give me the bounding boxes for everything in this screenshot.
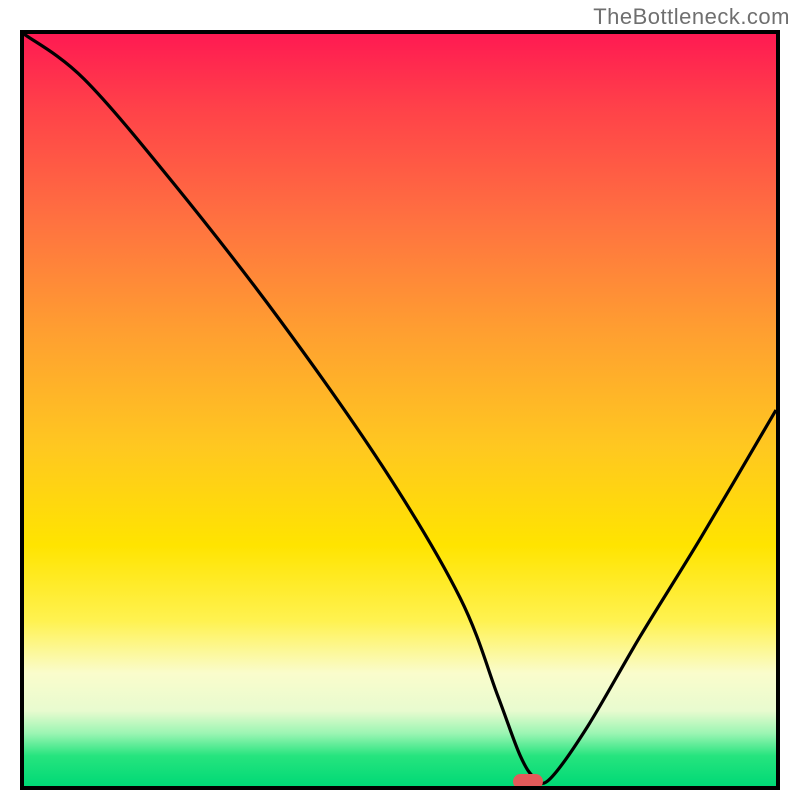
attribution-text: TheBottleneck.com xyxy=(593,4,790,30)
optimal-point-marker xyxy=(513,774,543,789)
bottleneck-curve-path xyxy=(24,34,776,783)
chart-curve-svg xyxy=(24,34,776,786)
page-root: TheBottleneck.com xyxy=(0,0,800,800)
chart-frame xyxy=(20,30,780,790)
